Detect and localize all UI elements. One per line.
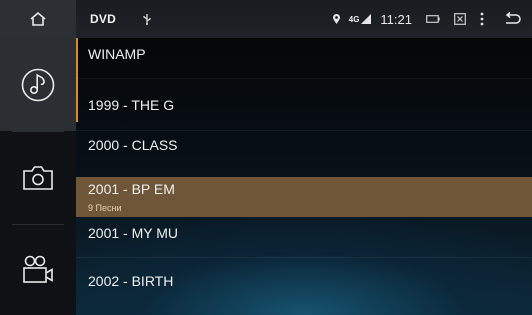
location-icon (332, 13, 341, 25)
list-item-selected[interactable]: 2001 - BP EM 9 Песни (76, 177, 532, 217)
video-camera-icon (23, 255, 53, 283)
signal-label: 4G (348, 14, 360, 24)
status-bar: DVD 4G 11:21 (0, 0, 532, 38)
camera-icon (23, 165, 53, 190)
list-item-title: 2002 - BIRTH (88, 273, 174, 289)
screenshot-icon (454, 13, 466, 25)
signal-icon: 4G (349, 13, 373, 25)
list-item-title: WINAMP (88, 46, 146, 62)
list-item-title: 2001 - BP EM (88, 181, 175, 197)
back-icon (505, 12, 521, 24)
source-label: DVD (90, 12, 116, 26)
sidebar (0, 38, 76, 315)
home-icon (30, 11, 46, 26)
music-note-icon (21, 68, 55, 101)
tab-photo[interactable] (0, 131, 76, 224)
list-item[interactable]: 2001 - MY MU (76, 217, 532, 257)
screenshot-button[interactable] (454, 13, 466, 25)
menu-icon (480, 12, 484, 26)
list-item[interactable]: 2002 - BIRTH (76, 257, 532, 315)
list-item[interactable]: 2000 - CLASS (76, 130, 532, 178)
list-item[interactable]: WINAMP (76, 38, 532, 78)
folder-list: WINAMP 1999 - THE G 2000 - CLASS 2001 - … (76, 38, 532, 315)
battery-icon (426, 15, 440, 23)
menu-button[interactable] (480, 12, 484, 26)
list-item-title: 2000 - CLASS (88, 137, 178, 153)
usb-icon (142, 13, 152, 25)
list-item[interactable]: 1999 - THE G (76, 78, 532, 131)
tab-video[interactable] (0, 224, 76, 315)
list-item-subtitle: 9 Песни (88, 203, 122, 213)
list-item-title: 2001 - MY MU (88, 225, 178, 241)
tab-music[interactable] (0, 38, 76, 131)
back-button[interactable] (504, 12, 522, 26)
home-button[interactable] (0, 0, 76, 38)
clock: 11:21 (380, 11, 412, 27)
list-item-title: 1999 - THE G (88, 97, 175, 113)
